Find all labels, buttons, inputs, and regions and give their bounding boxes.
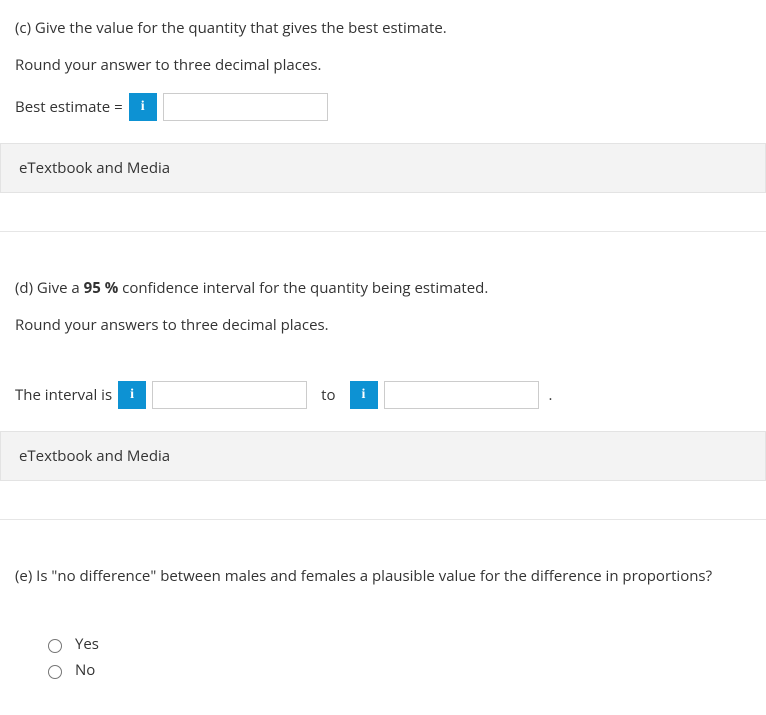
part-c: (c) Give the value for the quantity that… [0,18,766,121]
part-e-prompt: (e) Is "no difference" between males and… [15,566,751,587]
radio-no-label: No [75,660,95,680]
etextbook-button[interactable]: eTextbook and Media [0,143,766,193]
info-icon[interactable]: i [129,93,157,121]
info-icon[interactable]: i [118,381,146,409]
to-label: to [321,385,335,405]
interval-lower-input[interactable] [152,381,307,409]
part-c-input-row: Best estimate = i [15,93,751,121]
part-d-prompt-suffix: confidence interval for the quantity bei… [118,278,488,298]
part-d: (d) Give a 95 % confidence interval for … [0,278,766,409]
interval-upper-input[interactable] [384,381,539,409]
best-estimate-label: Best estimate = [15,97,123,117]
part-d-sub: Round your answers to three decimal plac… [15,315,751,335]
part-d-input-row: The interval is i to i . [15,381,751,409]
info-icon[interactable]: i [350,381,378,409]
part-d-prompt: (d) Give a 95 % confidence interval for … [15,278,751,299]
part-c-prompt: (c) Give the value for the quantity that… [15,18,751,39]
interval-label: The interval is [15,385,112,405]
part-d-prompt-prefix: (d) Give a [15,278,84,298]
part-c-sub: Round your answer to three decimal place… [15,55,751,75]
radio-yes-input[interactable] [48,639,62,653]
best-estimate-input[interactable] [163,93,328,121]
part-d-prompt-bold: 95 % [84,278,119,298]
radio-no-input[interactable] [48,665,62,679]
etextbook-button[interactable]: eTextbook and Media [0,431,766,481]
part-e: (e) Is "no difference" between males and… [0,566,766,683]
period-text: . [549,385,553,405]
radio-yes-label: Yes [75,634,99,654]
radio-option-no[interactable]: No [43,657,751,683]
radio-option-yes[interactable]: Yes [43,631,751,657]
radio-group: Yes No [15,621,751,683]
